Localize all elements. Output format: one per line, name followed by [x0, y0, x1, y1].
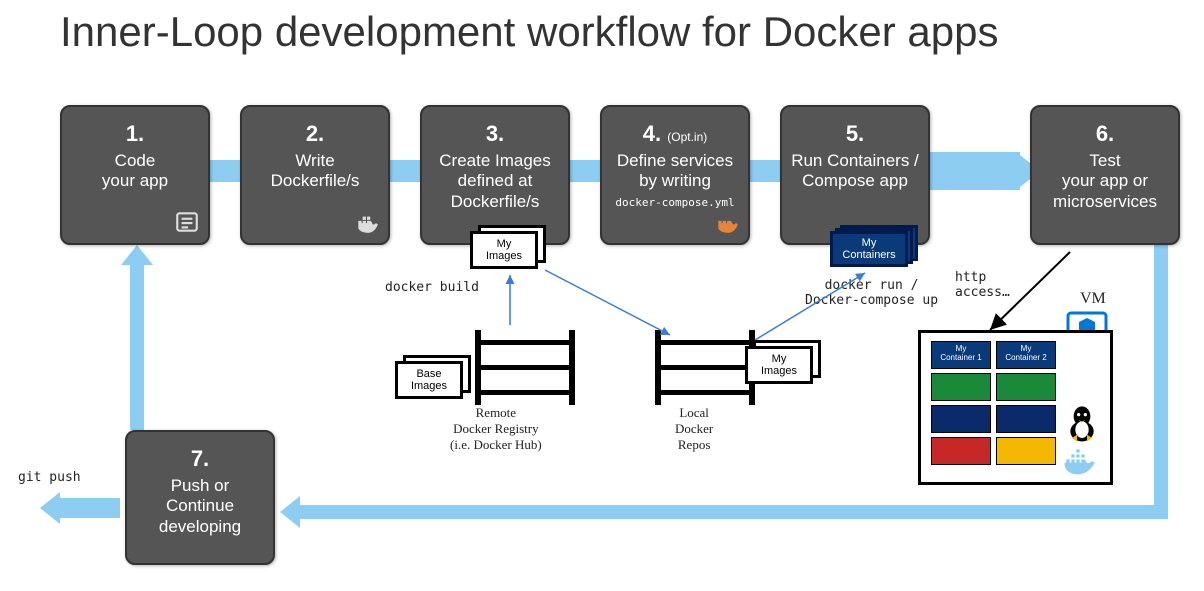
vm-label: VM — [1080, 290, 1106, 308]
vm-block — [996, 373, 1056, 401]
step-num: 3. — [430, 121, 560, 147]
step-4-box: 4. (Opt.in) Define services by writingdo… — [600, 105, 750, 245]
step-label: Create Images defined at Dockerfile/s — [439, 151, 551, 211]
thin-arrow — [980, 250, 1080, 340]
code-icon — [174, 209, 200, 235]
step-2-box: 2. WriteDockerfile/s — [240, 105, 390, 245]
my-images-stack: MyImages — [470, 225, 550, 270]
step-6-box: 6. Testyour app or microservices — [1030, 105, 1180, 245]
docker-build-label: docker build — [385, 280, 479, 295]
flow-arrow-left — [60, 498, 120, 518]
docker-icon — [1062, 446, 1104, 476]
step-1-box: 1. Codeyour app — [60, 105, 210, 245]
vm-container-1: MyContainer 1 — [931, 341, 991, 369]
base-images-stack: BaseImages — [395, 355, 475, 400]
step-num: 6. — [1040, 121, 1170, 147]
step-num: 5. — [790, 121, 920, 147]
git-push-label: git push — [18, 470, 81, 485]
step-label: Testyour app or microservices — [1053, 151, 1157, 211]
step-num: 2. — [250, 121, 380, 147]
flow-line — [1154, 245, 1168, 515]
vm-block — [996, 405, 1056, 433]
vm-box: MyContainer 1 MyContainer 2 — [918, 330, 1113, 485]
step-label: Codeyour app — [102, 151, 168, 190]
step-label: Run Containers / Compose app — [791, 151, 919, 190]
step-num: 7. — [135, 446, 265, 472]
step-5-box: 5. Run Containers / Compose app — [780, 105, 930, 245]
my-containers-stack: MyContainers — [830, 225, 920, 270]
step-label: WriteDockerfile/s — [271, 151, 360, 190]
thin-arrow — [500, 270, 520, 330]
flow-arrow-left — [300, 505, 1168, 519]
remote-registry-label: RemoteDocker Registry(i.e. Docker Hub) — [450, 405, 542, 453]
thin-arrow — [740, 265, 880, 345]
vm-block — [931, 373, 991, 401]
step-num: 1. — [70, 121, 200, 147]
step-num: 4. (Opt.in) — [610, 121, 740, 147]
thin-arrow — [540, 265, 680, 345]
flow-arrow-up — [130, 265, 144, 430]
flow-arrow-big — [920, 152, 1020, 190]
step-3-box: 3. Create Images defined at Dockerfile/s — [420, 105, 570, 245]
docker-icon — [354, 209, 380, 235]
step-label: Push or Continue developing — [159, 476, 241, 536]
local-repos-label: LocalDockerRepos — [675, 405, 713, 453]
docker-icon — [714, 209, 740, 235]
page-title: Inner-Loop development workflow for Dock… — [60, 8, 998, 56]
vm-container-2: MyContainer 2 — [996, 341, 1056, 369]
my-images-stack-2: MyImages — [745, 340, 825, 385]
step-label: Define services by writingdocker-compose… — [610, 151, 740, 209]
vm-block — [931, 405, 991, 433]
vm-block — [931, 437, 991, 465]
step-7-box: 7. Push or Continue developing — [125, 430, 275, 565]
vm-block — [996, 437, 1056, 465]
tux-icon — [1062, 403, 1102, 443]
